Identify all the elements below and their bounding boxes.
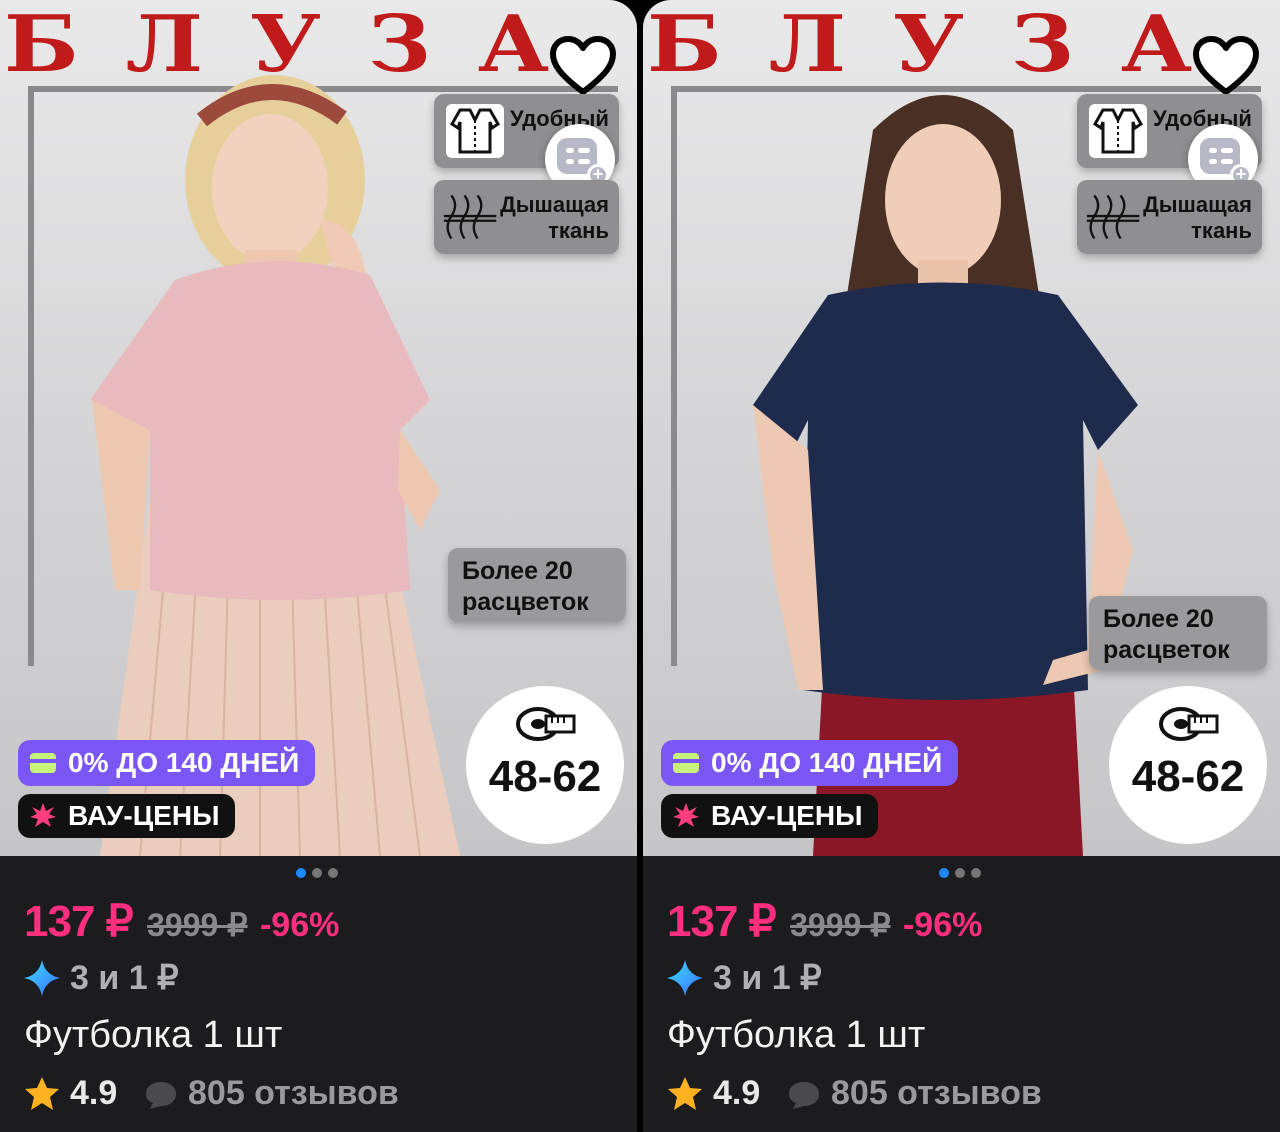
burst-icon: [673, 803, 699, 827]
card-icon: [673, 753, 699, 773]
pager-dot: [328, 868, 338, 878]
reviews-count: 805 отзывов: [188, 1074, 399, 1112]
card-icon: [30, 753, 56, 773]
discount-percent: -96%: [259, 906, 340, 944]
promo-badge: ВАУ-ЦЕНЫ: [661, 794, 879, 838]
old-price: 3999 ₽: [147, 907, 248, 943]
favorite-heart-icon[interactable]: [1192, 36, 1260, 98]
size-range: 48-62: [1131, 752, 1245, 801]
pager-dot: [971, 868, 981, 878]
current-price: 137 ₽: [667, 897, 777, 946]
feature-label: Дышащая ткань: [1143, 192, 1252, 243]
comment-bubble-icon: [789, 1082, 819, 1109]
feature-breathable: Дышащая ткань: [1077, 180, 1262, 254]
product-photo[interactable]: БЛУЗА Удобный + Дышащая ткань Более 20 р…: [643, 0, 1280, 856]
airflow-icon: [1086, 194, 1140, 240]
product-card[interactable]: БЛУЗА Удобный + Дышащая ткань Более 20 р…: [0, 0, 637, 1132]
sparkle-icon: [24, 960, 60, 996]
comment-bubble-icon: [146, 1082, 176, 1109]
promo-badge: ВАУ-ЦЕНЫ: [18, 794, 236, 838]
product-name[interactable]: Футболка 1 шт: [667, 1014, 925, 1057]
pager-dot: [955, 868, 965, 878]
star-icon: [668, 1077, 702, 1110]
rating-value: 4.9: [70, 1074, 118, 1112]
colors-badge: Более 20 расцветок: [1089, 596, 1267, 670]
burst-icon: [30, 803, 56, 827]
model-image: [90, 75, 460, 856]
reviews-count: 805 отзывов: [831, 1074, 1042, 1112]
star-icon: [25, 1077, 59, 1110]
feature-breathable: Дышащая ткань: [434, 180, 619, 254]
airflow-icon: [443, 194, 497, 240]
pager-dot: [939, 868, 949, 878]
rating-value: 4.9: [713, 1074, 761, 1112]
size-range-badge: 48-62: [466, 686, 624, 844]
current-price: 137 ₽: [24, 897, 134, 946]
jacket-icon: [1089, 104, 1147, 158]
pager-dot: [296, 868, 306, 878]
price-row: 137 ₽ 3999 ₽ -96%: [667, 896, 982, 947]
jacket-icon: [446, 104, 504, 158]
installment-badge: 0% ДО 140 ДНЕЙ: [18, 740, 316, 786]
installment-badge: 0% ДО 140 ДНЕЙ: [661, 740, 959, 786]
sparkle-icon: [667, 960, 703, 996]
size-range-badge: 48-62: [1109, 686, 1267, 844]
discount-percent: -96%: [902, 906, 983, 944]
measuring-tape-icon: [1159, 707, 1219, 741]
measuring-tape-icon: [516, 707, 576, 741]
product-card[interactable]: БЛУЗА Удобный + Дышащая ткань Более 20 р…: [643, 0, 1280, 1132]
colors-badge: Более 20 расцветок: [448, 548, 626, 622]
image-pager: [296, 868, 338, 878]
image-pager: [939, 868, 981, 878]
feature-label: Дышащая ткань: [500, 192, 609, 243]
size-range: 48-62: [488, 752, 602, 801]
product-name[interactable]: Футболка 1 шт: [24, 1014, 282, 1057]
favorite-heart-icon[interactable]: [549, 36, 617, 98]
product-photo[interactable]: БЛУЗА Удобный + Дышащая ткань Более 20 р…: [0, 0, 637, 856]
pager-dot: [312, 868, 322, 878]
old-price: 3999 ₽: [790, 907, 891, 943]
price-row: 137 ₽ 3999 ₽ -96%: [24, 896, 339, 947]
